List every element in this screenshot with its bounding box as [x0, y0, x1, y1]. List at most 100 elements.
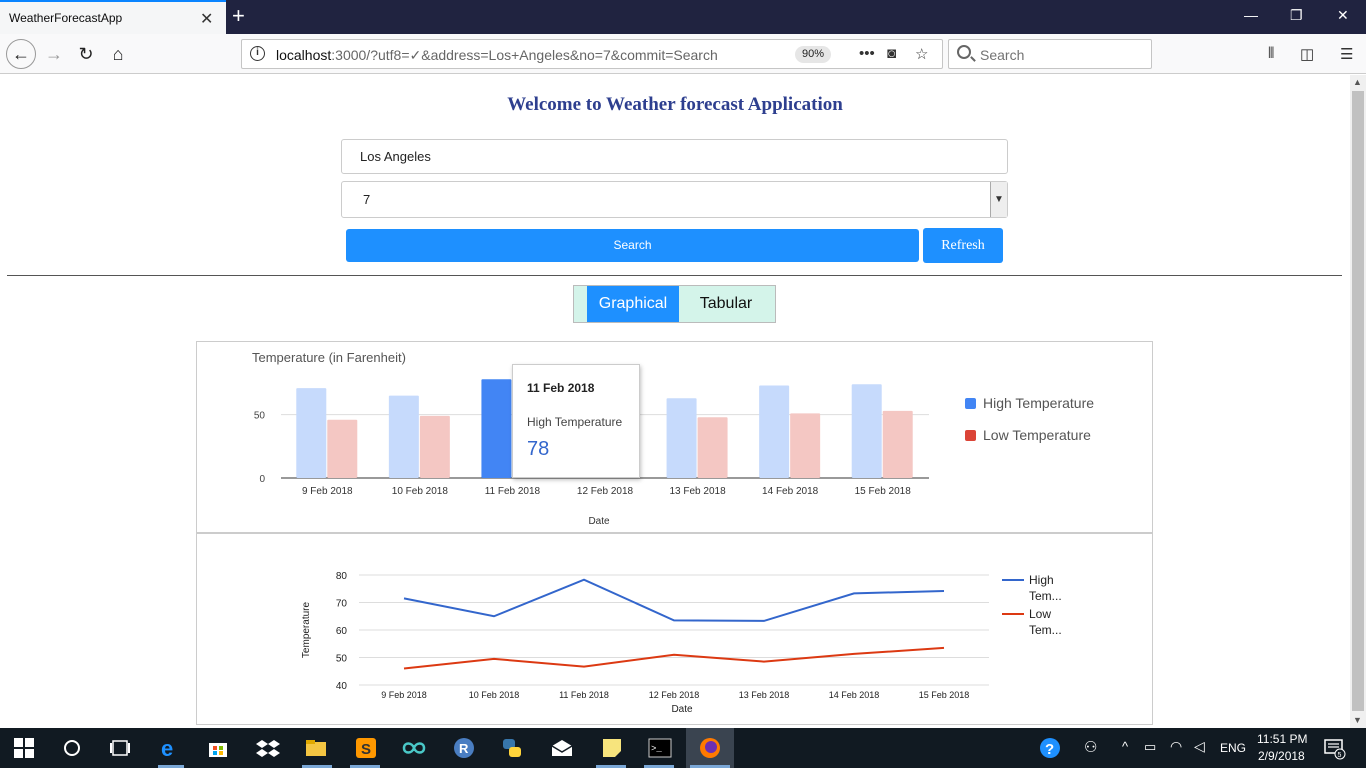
bar	[388, 395, 419, 478]
clock-date[interactable]: 2/9/2018	[1258, 749, 1305, 763]
site-info-icon[interactable]: i	[250, 46, 265, 61]
svg-text:?: ?	[1045, 741, 1054, 758]
svg-text:R: R	[459, 741, 469, 756]
x-axis-label: Date	[671, 704, 693, 715]
task-view-icon[interactable]	[108, 736, 132, 760]
language-indicator[interactable]: ENG	[1220, 741, 1246, 755]
search-input[interactable]: Search	[980, 47, 1024, 63]
browser-tab[interactable]: WeatherForecastApp ✕	[0, 0, 226, 34]
divider	[7, 275, 1342, 276]
x-tick-label: 10 Feb 2018	[392, 486, 449, 497]
bar-chart-container: Temperature (in Farenheit) 0 50 9 Feb 2018 1…	[196, 341, 1153, 533]
firefox-icon[interactable]	[698, 736, 722, 760]
svg-text:>_: >_	[651, 744, 662, 754]
sticky-notes-icon[interactable]	[600, 736, 624, 760]
r-studio-icon[interactable]: R	[452, 736, 476, 760]
help-icon[interactable]: ?	[1038, 736, 1062, 760]
edge-icon[interactable]: e	[158, 736, 182, 760]
bar	[851, 384, 882, 478]
store-icon[interactable]	[206, 736, 230, 760]
restore-icon[interactable]: ❐	[1290, 7, 1303, 24]
search-bar[interactable]: Search	[948, 39, 1152, 69]
zoom-indicator[interactable]: 90%	[795, 46, 831, 63]
y-tick-label: 40	[336, 681, 348, 692]
legend-swatch	[965, 398, 976, 409]
x-tick-label: 13 Feb 2018	[739, 690, 790, 700]
home-icon[interactable]: ⌂	[104, 40, 132, 68]
scroll-down-icon[interactable]: ▼	[1353, 715, 1362, 725]
command-prompt-icon[interactable]: >_	[648, 736, 672, 760]
browser-tab-bar: WeatherForecastApp ✕ + — ❐ ✕	[0, 0, 1366, 34]
x-axis-label: Date	[588, 516, 610, 527]
bar	[327, 419, 358, 478]
tab-tabular[interactable]: Tabular	[681, 286, 771, 322]
people-icon[interactable]: ⚇	[1084, 738, 1097, 756]
y-tick-label: 80	[336, 571, 348, 582]
sublime-text-icon[interactable]: S	[354, 736, 378, 760]
python-icon[interactable]	[500, 736, 524, 760]
tab-close-icon[interactable]: ✕	[200, 9, 213, 29]
sidebar-icon[interactable]: ◫	[1300, 45, 1314, 63]
bar	[697, 417, 728, 478]
legend-label: Low Temperature	[983, 427, 1091, 443]
x-tick-label: 11 Feb 2018	[485, 486, 541, 497]
x-tick-label: 12 Feb 2018	[649, 690, 700, 700]
windows-taskbar: e S R >_ ? ⚇ ^ ▭ ◠ ◁ ENG 11:51 PM 2/9/20…	[0, 728, 1366, 768]
pocket-icon[interactable]: ◙	[887, 45, 896, 62]
x-tick-label: 10 Feb 2018	[469, 690, 520, 700]
bookmark-star-icon[interactable]: ☆	[915, 45, 928, 63]
search-button[interactable]: Search	[346, 229, 919, 262]
new-tab-icon[interactable]: +	[232, 3, 245, 29]
cortana-icon[interactable]	[60, 736, 84, 760]
scroll-up-icon[interactable]: ▲	[1353, 77, 1362, 87]
page-scrollbar[interactable]: ▲ ▼	[1350, 75, 1366, 728]
legend-label: High Temperature	[983, 395, 1094, 411]
y-tick-label: 60	[336, 626, 348, 637]
wifi-icon[interactable]: ◠	[1170, 738, 1182, 755]
address-input[interactable]: Los Angeles	[341, 139, 1008, 174]
menu-icon[interactable]: ☰	[1340, 45, 1353, 63]
windows-start-icon[interactable]	[14, 738, 34, 758]
file-explorer-icon[interactable]	[304, 736, 328, 760]
reload-icon[interactable]: ↻	[72, 40, 100, 68]
tooltip-value: 78	[527, 438, 550, 460]
volume-icon[interactable]: ◁	[1194, 738, 1205, 755]
clock-time[interactable]: 11:51 PM	[1257, 732, 1307, 746]
x-tick-label: 11 Feb 2018	[559, 690, 609, 700]
search-icon	[957, 45, 971, 59]
minimize-icon[interactable]: —	[1244, 7, 1258, 23]
action-center-icon[interactable]: 5	[1322, 736, 1346, 760]
mail-icon[interactable]	[550, 736, 574, 760]
chevron-down-icon[interactable]: ▼	[990, 182, 1007, 217]
scroll-thumb[interactable]	[1352, 91, 1364, 711]
x-tick-label: 14 Feb 2018	[762, 486, 819, 497]
chart-tooltip: 11 Feb 2018 High Temperature 78	[512, 364, 640, 478]
series-line	[403, 646, 945, 670]
dropbox-icon[interactable]	[256, 736, 280, 760]
line-chart: 40 50 60 70 80 9 Feb 2018 10 Feb 2018 11 Feb 20…	[301, 571, 1062, 715]
series-line	[403, 578, 945, 622]
url-text[interactable]: localhost:3000/?utf8=✓&address=Los+Angel…	[276, 47, 718, 64]
tooltip-label: High Temperature	[527, 415, 623, 429]
days-select[interactable]: 7 ▼	[341, 181, 1008, 218]
tooltip-date: 11 Feb 2018	[527, 381, 595, 395]
url-bar[interactable]: i localhost:3000/?utf8=✓&address=Los+Ang…	[241, 39, 943, 69]
bar	[666, 398, 697, 478]
forward-arrow-icon[interactable]: →	[40, 40, 68, 68]
bar	[419, 415, 450, 478]
arduino-icon[interactable]	[402, 736, 426, 760]
bar	[481, 379, 512, 478]
tray-expand-icon[interactable]: ^	[1122, 739, 1128, 754]
x-tick-label: 12 Feb 2018	[577, 486, 634, 497]
page-actions-icon[interactable]: •••	[859, 45, 875, 62]
battery-icon[interactable]: ▭	[1144, 739, 1156, 755]
y-tick-label: 50	[336, 654, 348, 665]
back-arrow-icon[interactable]: ←	[6, 39, 36, 69]
bar	[296, 388, 327, 478]
refresh-button[interactable]: Refresh	[923, 228, 1003, 263]
window-close-icon[interactable]: ✕	[1337, 7, 1349, 24]
tab-graphical[interactable]: Graphical	[587, 286, 679, 322]
y-tick-label: 0	[259, 474, 265, 485]
library-icon[interactable]: ⫴	[1268, 45, 1274, 62]
legend-label: Low Tem...	[1029, 607, 1062, 637]
